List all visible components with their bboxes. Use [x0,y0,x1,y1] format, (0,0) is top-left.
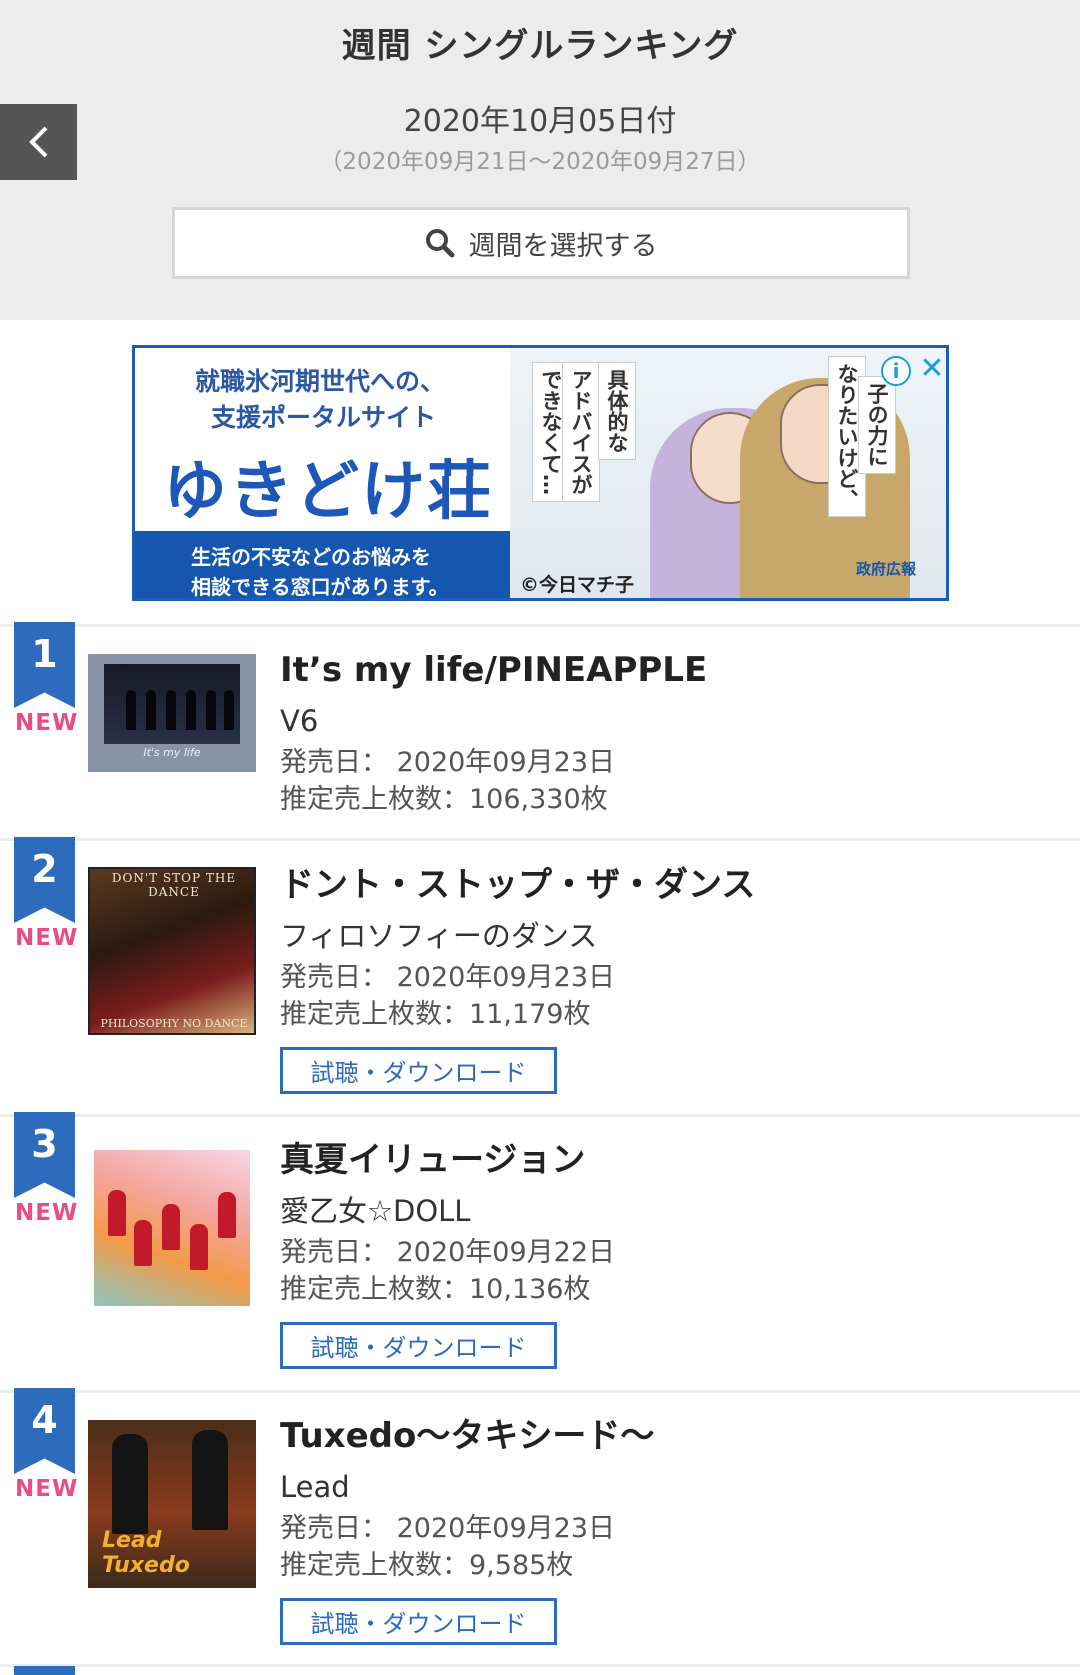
song-title[interactable]: It’s my life/PINEAPPLE [280,648,707,692]
artist-name[interactable]: Lead [280,1464,654,1510]
ad-headline-2: 支援ポータルサイト [211,403,437,432]
rank-ribbon: 4 [14,1388,75,1474]
rank-ribbon [14,1666,75,1675]
ad-speech-bubble: アドバイスが [562,362,600,502]
artist-name[interactable]: フィロソフィーのダンス [280,913,755,959]
song-info: ドント・ストップ・ザ・ダンス フィロソフィーのダンス 発売日： 2020年09月… [280,863,755,1094]
new-badge: NEW [15,710,79,736]
album-jacket[interactable]: It's my life [88,654,256,772]
listen-download-button[interactable]: 試聴・ダウンロード [280,1598,557,1645]
album-jacket[interactable]: DON'T STOP THE DANCE PHILOSOPHY NO DANCE [88,867,256,1035]
ad-text-panel: 就職氷河期世代への、 支援ポータルサイト ゆきどけ荘 [135,348,510,531]
ad-subtext-2: 相談できる窓口があります。 [191,575,449,599]
jacket-artist: PHILOSOPHY NO DANCE [100,1017,248,1030]
artist-name[interactable]: 愛乙女☆DOLL [280,1188,615,1234]
song-title[interactable]: ドント・ストップ・ザ・ダンス [280,863,755,907]
listen-download-button[interactable]: 試聴・ダウンロード [280,1047,557,1094]
ranking-item[interactable]: 2 NEW DON'T STOP THE DANCE PHILOSOPHY NO… [0,837,1080,1109]
ad-speech-bubble: 子の力に [858,376,896,474]
page-title: 週間 シングルランキング [341,26,739,66]
album-jacket[interactable]: Lead Tuxedo [88,1420,256,1588]
new-badge: NEW [15,1200,79,1226]
search-icon [425,229,454,258]
song-title[interactable]: Tuxedo〜タキシード〜 [280,1414,654,1458]
artist-name[interactable]: V6 [280,698,707,744]
ad-logo: 政府広報 [856,560,917,578]
rank-number: 4 [31,1398,58,1442]
rank-number: 2 [31,847,58,891]
rank-ribbon: 2 [14,837,75,923]
song-info: Tuxedo〜タキシード〜 Lead 発売日： 2020年09月23日 推定売上… [280,1414,654,1645]
ad-info-icon[interactable]: i [881,356,911,386]
song-title[interactable]: 真夏イリュージョン [280,1138,615,1182]
ranking-item[interactable]: 1 NEW It's my life It’s my life/PINEAPPL… [0,622,1080,834]
jacket-title: Lead Tuxedo [102,1528,190,1578]
ad-illustration: できなくて… アドバイスが 具体的な なりたいけど、 子の力に ©今日マチ子 政… [510,348,946,598]
estimated-sales: 推定売上枚数：10,136枚 [280,1274,591,1305]
song-info: It’s my life/PINEAPPLE V6 発売日： 2020年09月2… [280,648,707,818]
song-info: 真夏イリュージョン 愛乙女☆DOLL 発売日： 2020年09月22日 推定売上… [280,1138,615,1369]
page-header: 週間 シングルランキング 2020年10月05日付 （2020年09月21日〜2… [0,0,1080,320]
release-date: 発売日： 2020年09月23日 [280,747,616,778]
listen-download-button[interactable]: 試聴・ダウンロード [280,1322,557,1369]
release-date: 発売日： 2020年09月23日 [280,962,616,993]
rank-ribbon: 3 [14,1112,75,1198]
estimated-sales: 推定売上枚数：106,330枚 [280,784,608,815]
estimated-sales: 推定売上枚数：9,585枚 [280,1550,574,1581]
ad-banner[interactable]: 就職氷河期世代への、 支援ポータルサイト ゆきどけ荘 生活の不安などのお悩みを … [132,345,949,601]
ad-credit: ©今日マチ子 [520,574,635,596]
ad-speech-bubble: 具体的な [598,362,636,460]
ranking-date: 2020年10月05日付 [403,104,677,139]
ad-subtext-bar: 生活の不安などのお悩みを 相談できる窓口があります。 [135,531,510,599]
ad-headline-1: 就職氷河期世代への、 [195,367,446,396]
rank-number: 3 [31,1122,58,1166]
ranking-date-range: （2020年09月21日〜2020年09月27日） [319,149,761,175]
release-date: 発売日： 2020年09月22日 [280,1237,616,1268]
ranking-item[interactable]: 4 NEW Lead Tuxedo Tuxedo〜タキシード〜 Lead 発売日… [0,1388,1080,1660]
jacket-title: DON'T STOP THE DANCE [111,871,237,899]
release-date: 発売日： 2020年09月23日 [280,1513,616,1544]
select-week-button[interactable]: 週間を選択する [172,207,910,279]
ad-subtext-1: 生活の不安などのお悩みを [191,545,431,569]
jacket-caption: It's my life [143,746,201,759]
estimated-sales: 推定売上枚数：11,179枚 [280,999,591,1030]
album-jacket[interactable] [94,1150,250,1306]
rank-ribbon: 1 [14,622,75,708]
rank-number: 1 [31,632,58,676]
ad-brand: ゆきどけ荘 [163,455,493,529]
ad-close-icon[interactable]: ✕ [917,352,946,386]
select-week-label: 週間を選択する [468,230,658,262]
divider [0,1664,1080,1667]
new-badge: NEW [15,925,79,951]
new-badge: NEW [15,1476,79,1502]
ranking-item[interactable]: 3 NEW 真夏イリュージョン 愛乙女☆DOLL 発売日： 2020年09月22… [0,1112,1080,1384]
